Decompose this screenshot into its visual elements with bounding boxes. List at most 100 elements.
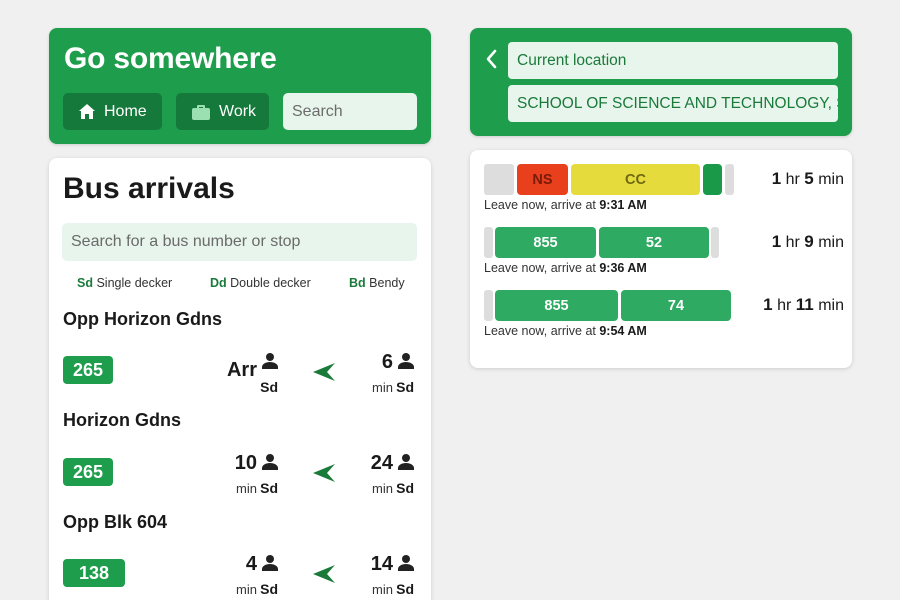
next-arrival: 10 min Sd	[201, 452, 281, 496]
legend-code: Dd	[210, 276, 227, 290]
briefcase-icon	[192, 104, 210, 120]
bus-service-badge[interactable]: 138	[63, 559, 125, 587]
next-arrival-deck: Sd	[260, 581, 278, 597]
person-icon	[398, 353, 414, 369]
bus-search-input[interactable]	[62, 223, 417, 261]
bus-segment: 855	[495, 290, 618, 321]
bus-arrivals-title: Bus arrivals	[63, 172, 235, 205]
bus-service-badge[interactable]: 265	[63, 458, 113, 486]
trip-duration: 1 hr 5 min	[772, 169, 844, 189]
trip-hours-unit: hr	[785, 234, 800, 251]
subsequent-arrival: 6 min Sd	[337, 351, 417, 395]
next-arrival-time: 4	[245, 553, 257, 575]
trip-option[interactable]: NS CC 1 hr 5 min Leave now, arrive at 9:…	[484, 164, 844, 216]
legend-double-decker: Dd Double decker	[210, 276, 311, 290]
person-icon	[262, 454, 278, 470]
walk-segment	[484, 227, 493, 258]
trip-arrival-info: Leave now, arrive at 9:31 AM	[484, 198, 647, 212]
trip-option[interactable]: 855 52 1 hr 9 min Leave now, arrive at 9…	[484, 227, 844, 279]
person-icon	[398, 454, 414, 470]
bus-stop-name[interactable]: Opp Horizon Gdns	[63, 309, 222, 330]
trip-arrival-info: Leave now, arrive at 9:54 AM	[484, 324, 647, 338]
walk-segment	[711, 227, 719, 258]
legend-bendy: Bd Bendy	[349, 276, 405, 290]
trip-arrive-time: 9:36 AM	[599, 261, 647, 275]
trip-minutes: 11	[795, 295, 814, 314]
work-button[interactable]: Work	[176, 93, 269, 130]
bus-service-badge[interactable]: 265	[63, 356, 113, 384]
bus-stop-name[interactable]: Horizon Gdns	[63, 410, 181, 431]
trip-duration: 1 hr 11 min	[763, 295, 844, 315]
next-arrival: 4 min Sd	[201, 553, 281, 597]
mrt-segment: CC	[571, 164, 700, 195]
person-icon	[398, 555, 414, 571]
subsequent-arrival-time: 6	[381, 351, 393, 373]
next-arrival-unit: min	[236, 481, 257, 496]
trip-leave-text: Leave now, arrive at	[484, 261, 600, 275]
subsequent-arrival-deck: Sd	[396, 581, 414, 597]
trip-option[interactable]: 855 74 1 hr 11 min Leave now, arrive at …	[484, 290, 844, 342]
person-icon	[262, 353, 278, 369]
destination-search-input[interactable]	[283, 93, 417, 130]
work-button-label: Work	[219, 102, 257, 120]
destination-field[interactable]: SCHOOL OF SCIENCE AND TECHNOLOGY, SINGAP…	[508, 85, 838, 122]
next-arrival-deck: Sd	[260, 480, 278, 496]
next-arrival-unit: min	[236, 582, 257, 597]
trip-hours: 1	[763, 295, 773, 314]
next-arrival-time: 10	[234, 452, 257, 474]
legend-single-decker: Sd Single decker	[77, 276, 172, 290]
trip-arrival-info: Leave now, arrive at 9:36 AM	[484, 261, 647, 275]
go-somewhere-title: Go somewhere	[64, 42, 277, 75]
trip-hours: 1	[771, 169, 782, 188]
route-card: Current location SCHOOL OF SCIENCE AND T…	[470, 28, 852, 136]
bus-arrivals-card: Bus arrivals Sd Single decker Dd Double …	[49, 158, 431, 600]
mrt-segment: NS	[517, 164, 568, 195]
trip-minutes: 5	[804, 169, 814, 188]
walk-segment	[725, 164, 734, 195]
legend-code: Sd	[77, 276, 93, 290]
subsequent-arrival: 14 min Sd	[337, 553, 417, 597]
subsequent-arrival-time: 14	[370, 553, 393, 575]
person-icon	[262, 555, 278, 571]
chevron-left-icon	[486, 49, 497, 69]
walk-segment	[484, 290, 493, 321]
trip-hours: 1	[771, 232, 782, 251]
subsequent-arrival: 24 min Sd	[337, 452, 417, 496]
trip-duration: 1 hr 9 min	[772, 232, 844, 252]
walk-segment	[484, 164, 514, 195]
subsequent-arrival-deck: Sd	[396, 480, 414, 496]
trip-leave-text: Leave now, arrive at	[484, 324, 600, 338]
bus-segment: 52	[599, 227, 709, 258]
trip-arrive-time: 9:54 AM	[599, 324, 647, 338]
trip-minutes-unit: min	[818, 171, 844, 188]
subsequent-arrival-time: 24	[370, 452, 393, 474]
legend-label: Bendy	[369, 276, 405, 290]
trip-hours-unit: hr	[777, 297, 792, 314]
bus-stop-name[interactable]: Opp Blk 604	[63, 512, 167, 533]
bus-segment: 74	[621, 290, 731, 321]
home-button-label: Home	[104, 102, 147, 120]
trip-arrive-time: 9:31 AM	[599, 198, 647, 212]
trip-minutes: 9	[804, 232, 814, 251]
subsequent-arrival-unit: min	[372, 582, 393, 597]
trip-leave-text: Leave now, arrive at	[484, 198, 600, 212]
legend-label: Double decker	[230, 276, 311, 290]
subsequent-arrival-unit: min	[372, 380, 393, 395]
trip-minutes-unit: min	[818, 234, 844, 251]
go-somewhere-card: Go somewhere Home Work	[49, 28, 431, 144]
route-results-card: NS CC 1 hr 5 min Leave now, arrive at 9:…	[470, 150, 852, 368]
home-button[interactable]: Home	[63, 93, 162, 130]
bus-segment	[703, 164, 722, 195]
trip-hours-unit: hr	[785, 171, 800, 188]
subsequent-arrival-unit: min	[372, 481, 393, 496]
trip-minutes-unit: min	[818, 297, 844, 314]
back-button[interactable]	[482, 48, 500, 70]
legend-code: Bd	[349, 276, 366, 290]
next-arrival-deck: Sd	[260, 379, 278, 395]
next-arrival-time: Arr	[226, 359, 257, 381]
next-arrival: Arr Sd	[201, 351, 281, 395]
origin-field[interactable]: Current location	[508, 42, 838, 79]
subsequent-arrival-deck: Sd	[396, 379, 414, 395]
home-icon	[79, 104, 95, 119]
legend-label: Single decker	[96, 276, 173, 290]
